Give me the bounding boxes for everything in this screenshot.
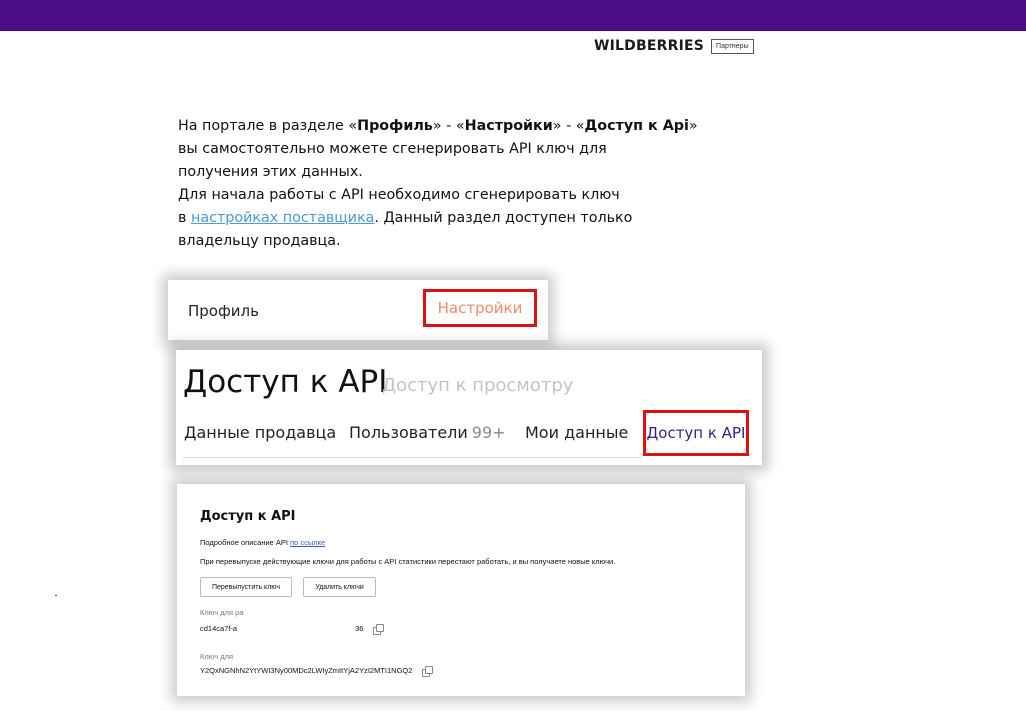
api-tabs-screenshot: Доступ к API Доступ к просмотру Данные п… bbox=[176, 350, 762, 465]
profile-menu-screenshot: Профиль Настройки bbox=[168, 280, 548, 340]
users-count: 99+ bbox=[471, 423, 506, 442]
copy-icon[interactable] bbox=[373, 624, 385, 635]
api-section-title: Доступ к API bbox=[200, 509, 296, 524]
intro-line-3: получения этих данных. bbox=[178, 164, 363, 180]
tab-users[interactable]: Пользователи 99+ bbox=[349, 423, 506, 442]
key2-value: Y2QxNGNhN2YtYWI3Ny00MDc2LWIyZmItYjA2YzI2… bbox=[200, 666, 413, 675]
intro-line-1: На портале в разделе «Профиль» - «Настро… bbox=[178, 118, 698, 134]
intro-text: На портале в разделе «Профиль» - «Настро… bbox=[178, 115, 778, 253]
partners-badge: Партнеры bbox=[711, 38, 754, 54]
brand-logo: WILDBERRIES bbox=[594, 38, 705, 54]
stray-mark bbox=[55, 595, 57, 596]
api-keys-screenshot: Доступ к API Подробное описание API по с… bbox=[177, 484, 745, 696]
api-docs-link[interactable]: по ссылке bbox=[290, 538, 325, 547]
tab-seller-data[interactable]: Данные продавца bbox=[184, 423, 336, 442]
access-bold: Доступ к Api bbox=[584, 118, 689, 134]
copy-icon[interactable] bbox=[422, 666, 434, 677]
key1-row: cd14ca7f-a 36 bbox=[200, 624, 385, 635]
profile-bold: Профиль bbox=[357, 118, 433, 134]
delete-keys-button[interactable]: Удалить ключи bbox=[303, 577, 376, 597]
key1-start: cd14ca7f-a bbox=[200, 624, 238, 633]
tab-my-data[interactable]: Мои данные bbox=[525, 423, 628, 442]
settings-bold: Настройки bbox=[464, 118, 553, 134]
tabs-divider bbox=[183, 457, 642, 458]
key2-row: Y2QxNGNhN2YtYWI3Ny00MDc2LWIyZmItYjA2YzI2… bbox=[200, 666, 434, 677]
top-bar bbox=[0, 0, 1026, 31]
intro-line-5: в настройках поставщика. Данный раздел д… bbox=[178, 210, 633, 226]
intro-line-6: владельцу продавца. bbox=[178, 233, 341, 249]
api-page-title: Доступ к API bbox=[183, 364, 388, 400]
key2-label: Ключ для bbox=[200, 652, 234, 661]
intro-line-2: вы самостоятельно можете сгенерировать A… bbox=[178, 141, 607, 157]
reissue-key-button[interactable]: Перевыпустить ключ bbox=[200, 577, 292, 597]
profile-menu-item[interactable]: Профиль bbox=[188, 302, 259, 320]
tab-api-access[interactable]: Доступ к API bbox=[643, 410, 749, 456]
brand: WILDBERRIES Партнеры bbox=[594, 37, 754, 55]
key1-end: 36 bbox=[355, 624, 364, 633]
api-description: Подробное описание API по ссылке bbox=[200, 538, 326, 547]
intro-line-4: Для начала работы с API необходимо сгене… bbox=[178, 187, 620, 203]
supplier-settings-link[interactable]: настройках поставщика bbox=[191, 210, 374, 226]
reissue-warning: При перевыпуске действующие ключи для ра… bbox=[200, 557, 616, 566]
redaction-1 bbox=[244, 605, 364, 615]
view-access-tab[interactable]: Доступ к просмотру bbox=[382, 375, 573, 396]
settings-menu-item[interactable]: Настройки bbox=[423, 289, 537, 327]
tab-users-label: Пользователи bbox=[349, 423, 468, 442]
